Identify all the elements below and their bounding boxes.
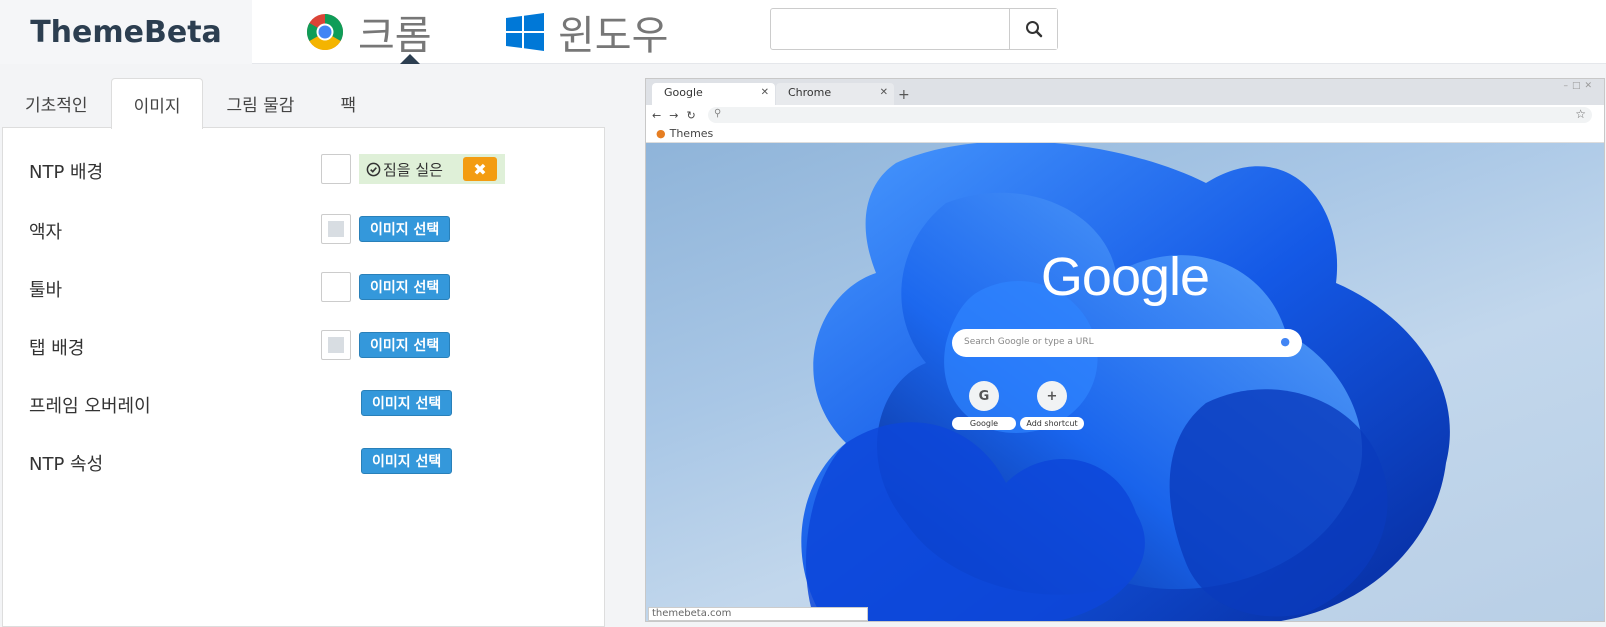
row-label: 액자 bbox=[29, 222, 63, 243]
preview-toolbar: ← → ↻ ⚲ ☆ bbox=[646, 105, 1604, 125]
row-label: 툴바 bbox=[29, 280, 63, 301]
tab-colors[interactable]: 그림 물감 bbox=[203, 78, 317, 128]
theme-palette-icon: ● bbox=[656, 127, 666, 140]
preview-ntp-search: Search Google or type a URL ● bbox=[952, 329, 1302, 357]
theme-preview: Google ✕ Chrome ✕ + –□✕ ← → ↻ ⚲ ☆ ● Them… bbox=[645, 78, 1605, 622]
plus-icon: + bbox=[1037, 381, 1067, 411]
preview-tab: Google ✕ bbox=[652, 83, 775, 105]
preview-tab: Chrome ✕ bbox=[776, 83, 894, 105]
preview-ntp-background: Google Search Google or type a URL ● G G… bbox=[646, 143, 1604, 621]
ntp-attribution-select-image-button[interactable]: 이미지 선택 bbox=[361, 448, 453, 474]
check-circle-icon bbox=[366, 162, 381, 176]
frame-overlay-select-image-button[interactable]: 이미지 선택 bbox=[361, 390, 453, 416]
preview-bookmarks-bar: ● Themes bbox=[646, 125, 1604, 143]
search-button[interactable] bbox=[1009, 9, 1057, 49]
search-icon bbox=[1025, 21, 1042, 38]
images-panel: NTP 배경 짐을 실은 ✖ 액자 이미지 선택 툴바 이미지 선택 탭 배경 … bbox=[2, 127, 605, 627]
search-box bbox=[770, 8, 1058, 50]
row-ntp-attribution: NTP 속성 이미지 선택 bbox=[29, 446, 589, 480]
chrome-icon bbox=[306, 13, 343, 51]
close-icon: ✕ bbox=[760, 87, 769, 98]
header: ThemeBeta 크롬 윈도우 bbox=[0, 0, 1606, 64]
loaded-label: 짐을 실은 bbox=[383, 160, 443, 179]
bloom-wallpaper bbox=[801, 143, 1450, 621]
frame-swatch[interactable] bbox=[321, 214, 351, 244]
toolbar-swatch[interactable] bbox=[321, 272, 351, 302]
row-label: NTP 배경 bbox=[29, 162, 104, 183]
brand-logo[interactable]: ThemeBeta bbox=[0, 0, 252, 64]
editor-tabs: 기초적인 이미지 그림 물감 팩 bbox=[2, 78, 379, 129]
nav-windows-label: 윈도우 bbox=[558, 13, 669, 59]
google-g-icon: G bbox=[969, 381, 999, 411]
toolbar-select-image-button[interactable]: 이미지 선택 bbox=[359, 274, 451, 300]
row-toolbar: 툴바 이미지 선택 bbox=[29, 272, 589, 306]
frame-select-image-button[interactable]: 이미지 선택 bbox=[359, 216, 451, 242]
preview-tab-title: Google bbox=[664, 86, 703, 99]
nav-windows[interactable]: 윈도우 bbox=[506, 0, 668, 64]
reload-icon: ↻ bbox=[686, 108, 696, 122]
plus-icon: + bbox=[898, 87, 910, 103]
ntp-background-loaded-badge: 짐을 실은 ✖ bbox=[359, 154, 505, 184]
tab-images[interactable]: 이미지 bbox=[110, 78, 204, 129]
shortcut-label: Add shortcut bbox=[1020, 417, 1084, 430]
preview-tabstrip: Google ✕ Chrome ✕ + –□✕ bbox=[646, 79, 1604, 105]
bookmark-label: Themes bbox=[669, 127, 714, 140]
star-icon: ☆ bbox=[1575, 107, 1586, 121]
close-icon: ✖ bbox=[473, 159, 487, 179]
preview-shortcut: G Google bbox=[952, 381, 1016, 430]
tab-background-select-image-button[interactable]: 이미지 선택 bbox=[359, 332, 451, 358]
row-label: NTP 속성 bbox=[29, 454, 104, 475]
search-icon: ⚲ bbox=[714, 108, 722, 119]
preview-status-url: themebeta.com bbox=[648, 607, 868, 621]
preview-tab-title: Chrome bbox=[788, 86, 832, 99]
row-frame: 액자 이미지 선택 bbox=[29, 214, 589, 248]
shortcut-label: Google bbox=[952, 417, 1016, 430]
search-input[interactable] bbox=[771, 9, 1009, 49]
row-label: 프레임 오버레이 bbox=[29, 396, 151, 417]
preview-google-logo: Google bbox=[1040, 247, 1210, 307]
row-ntp-background: NTP 배경 짐을 실은 ✖ bbox=[29, 154, 589, 188]
close-icon: ✕ bbox=[879, 87, 888, 98]
tab-basic[interactable]: 기초적인 bbox=[2, 78, 111, 128]
windows-icon bbox=[506, 13, 544, 51]
forward-icon: → bbox=[669, 108, 679, 122]
preview-omnibox: ⚲ ☆ bbox=[708, 107, 1592, 123]
active-nav-caret bbox=[400, 54, 420, 64]
preview-shortcut: + Add shortcut bbox=[1020, 381, 1084, 430]
row-frame-overlay: 프레임 오버레이 이미지 선택 bbox=[29, 388, 589, 422]
nav-chrome-label: 크롬 bbox=[358, 13, 432, 59]
ntp-background-swatch[interactable] bbox=[321, 154, 351, 184]
tab-background-swatch[interactable] bbox=[321, 330, 351, 360]
tab-pack[interactable]: 팩 bbox=[317, 78, 379, 128]
row-tab-background: 탭 배경 이미지 선택 bbox=[29, 330, 589, 364]
window-controls-icon: –□✕ bbox=[1563, 81, 1596, 91]
microphone-icon: ● bbox=[1280, 335, 1290, 348]
row-label: 탭 배경 bbox=[29, 338, 85, 359]
ntp-search-placeholder: Search Google or type a URL bbox=[964, 337, 1094, 347]
remove-image-button[interactable]: ✖ bbox=[463, 157, 497, 181]
back-icon: ← bbox=[652, 108, 662, 122]
